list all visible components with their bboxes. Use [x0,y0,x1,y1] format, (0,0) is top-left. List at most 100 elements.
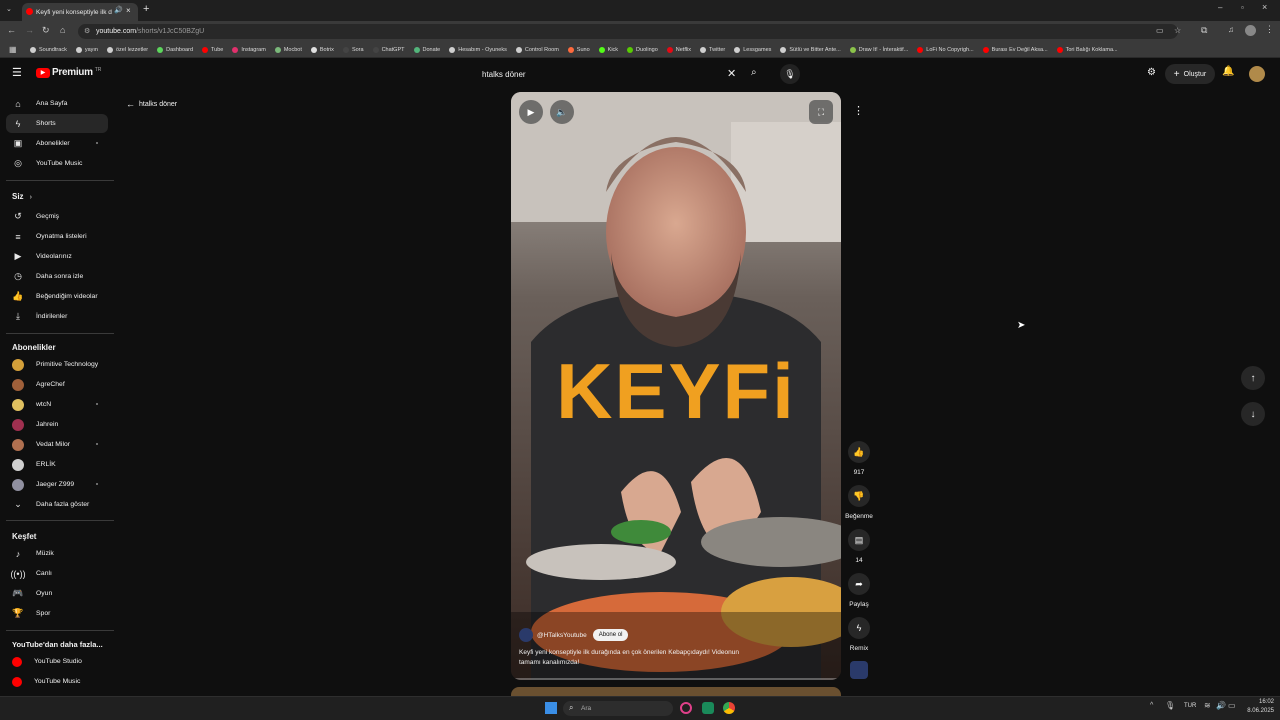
audio-icon[interactable]: 🔊 [114,6,123,14]
bookmark-item[interactable]: Mocbot [274,46,302,53]
windows-start-icon[interactable] [545,702,557,714]
play-button[interactable]: ▶ [519,100,543,124]
sidebar-channel-primitive-technology[interactable]: Primitive Technology [6,355,108,374]
media-control-icon[interactable]: ♫ [1228,25,1234,34]
channel-handle[interactable]: @HTalksYoutube [537,632,587,639]
subscribe-button[interactable]: Abone ol [592,629,629,641]
sidebar-channel-jahrein[interactable]: Jahrein [6,415,108,434]
bookmark-star-icon[interactable]: ☆ [1174,26,1181,35]
sidebar-item-history[interactable]: ↺ Geçmiş [6,207,108,226]
back-nav-icon[interactable]: ← [7,25,16,35]
sidebar-item-live[interactable]: ((•)) Canlı [6,564,108,583]
next-short-button[interactable]: ↓ [1241,402,1265,426]
chrome-icon[interactable] [723,702,735,714]
sidebar-item-liked-videos[interactable]: 👍 Beğendiğim videolar [6,287,108,306]
comments-button[interactable]: ▤ 14 [847,529,871,564]
account-avatar[interactable] [1249,66,1265,82]
home-nav-icon[interactable]: ⌂ [60,25,65,35]
sidebar-item-sports[interactable]: 🏆 Spor [6,604,108,623]
profile-avatar-icon[interactable] [1245,25,1256,36]
bookmark-item[interactable]: yayın [75,46,98,53]
sidebar-item-watch-later[interactable]: ◷ Daha sonra izle [6,267,108,286]
back-to-search-link[interactable]: ← htalks döner [126,99,177,109]
bookmark-item[interactable]: Twitter [700,46,725,53]
browser-menu-icon[interactable]: ⋮ [1265,24,1274,35]
minimize-icon[interactable]: – [1218,3,1222,12]
bookmark-item[interactable]: Lessgames [734,46,771,53]
bookmark-item[interactable]: Tori Balığı Koklama... [1056,46,1118,53]
new-tab-icon[interactable]: + [143,3,149,15]
sidebar-item-playlists[interactable]: ≡ Oynatma listeleri [6,227,108,246]
bookmark-item[interactable]: Draw It! - İnteraktif... [849,46,908,53]
sidebar-item-subscriptions[interactable]: ▣ Abonelikler [6,134,108,153]
install-app-icon[interactable]: ▭ [1156,26,1164,35]
forward-nav-icon[interactable]: → [25,25,34,35]
reload-icon[interactable]: ↻ [42,25,50,36]
bookmark-item[interactable]: Hesabım - Oyuneks [449,46,507,53]
bookmark-item[interactable]: Netflix [666,46,691,53]
bookmark-item[interactable]: LoFi No Copyrigh... [917,46,974,53]
hamburger-menu-icon[interactable]: ☰ [12,66,22,79]
remix-button[interactable]: ϟ Remix [847,617,871,652]
mute-button[interactable]: 🔈 [550,100,574,124]
bookmark-item[interactable]: Dashboard [157,46,193,53]
bookmark-item[interactable]: özel lezzetler [106,46,148,53]
opera-icon[interactable] [680,702,692,714]
clock-time[interactable]: 16:02 [1246,699,1274,705]
bookmark-item[interactable]: Botrix [310,46,334,53]
extensions-icon[interactable]: ⧉ [1201,25,1207,36]
dislike-button[interactable]: 👎 Beğenme [845,485,873,520]
bookmark-item[interactable]: Sütlü ve Bitter Ante... [780,46,841,53]
like-button[interactable]: 👍 917 [847,441,871,476]
microphone-icon[interactable]: 🎙 [1165,701,1175,710]
url-bar[interactable]: ⚙ youtube.com/shorts/v1JcC50BZgU ▭ ☆ [78,24,1181,39]
shorts-video-player[interactable]: KEYFi ▶ 🔈 ⛶ @HTalksYoutube Abone ol Keyf… [511,92,841,680]
clear-search-icon[interactable]: ✕ [727,67,736,80]
sidebar-item-gaming[interactable]: 🎮 Oyun [6,584,108,603]
clock-date[interactable]: 8.06.2025 [1240,708,1274,714]
sidebar-item-home[interactable]: ⌂ Ana Sayfa [6,94,108,113]
sidebar-channel-erlik[interactable]: ERLİK [6,455,108,474]
sidebar-item-downloads[interactable]: ⤓ İndirilenler [6,307,108,326]
battery-icon[interactable]: ▭ [1228,701,1236,710]
sidebar-item-youtube-music-app[interactable]: YouTube Music [6,672,108,691]
sidebar-you-heading[interactable]: Siz › [12,192,32,201]
wifi-icon[interactable]: ≋ [1204,701,1211,710]
app-icon[interactable] [702,702,714,714]
sidebar-channel-agrechef[interactable]: AgreChef [6,375,108,394]
channel-avatar[interactable] [519,628,533,642]
bookmark-item[interactable]: Soundtrack [30,46,67,53]
bookmark-item[interactable]: Sora [342,46,364,53]
sidebar-item-youtube-studio[interactable]: YouTube Studio [6,652,108,671]
sidebar-item-music[interactable]: ♪ Müzik [6,544,108,563]
bookmark-item[interactable]: Instagram [232,46,266,53]
volume-icon[interactable]: 🔊 [1216,701,1226,710]
bookmark-item[interactable]: Tube [202,46,223,53]
fullscreen-button[interactable]: ⛶ [809,100,833,124]
voice-search-icon[interactable]: 🎙 [780,64,800,84]
bookmark-item[interactable]: Kick [598,46,618,53]
notifications-bell-icon[interactable]: 🔔 [1222,66,1234,77]
video-progress-bar[interactable] [511,678,841,680]
tab-list-icon[interactable]: ⌄ [6,5,12,13]
bookmark-item[interactable]: Duolingo [627,46,658,53]
bookmark-item[interactable]: Suno [567,46,590,53]
apps-grid-icon[interactable]: ▦ [9,45,17,54]
sidebar-item-shorts[interactable]: ϟ Shorts [6,114,108,133]
share-button[interactable]: ➦ Paylaş [847,573,871,608]
bookmark-item[interactable]: Control Room [515,46,559,53]
search-icon[interactable]: ⌕ [751,67,757,78]
maximize-icon[interactable]: ▫ [1241,3,1244,12]
language-indicator[interactable]: TUR [1184,703,1196,709]
bookmark-item[interactable]: Donate [413,46,440,53]
close-tab-icon[interactable]: × [126,6,131,15]
sidebar-item-your-videos[interactable]: ▶ Videolarınız [6,247,108,266]
browser-tab-active[interactable]: Keyfi yeni konseptiyle ilk d 🔊 × [22,3,138,21]
bookmark-item[interactable]: Burası Ev Değil Aksa... [982,46,1048,53]
taskbar-search[interactable]: ⌕ Ara [563,701,673,716]
sidebar-channel-wtcn[interactable]: wtcN [6,395,108,414]
more-options-icon[interactable]: ⋮ [853,104,864,117]
sidebar-channel-vedat-milor[interactable]: Vedat Milor [6,435,108,454]
cast-icon[interactable]: ⚙ [1147,67,1156,78]
channel-thumbnail[interactable] [850,661,868,679]
